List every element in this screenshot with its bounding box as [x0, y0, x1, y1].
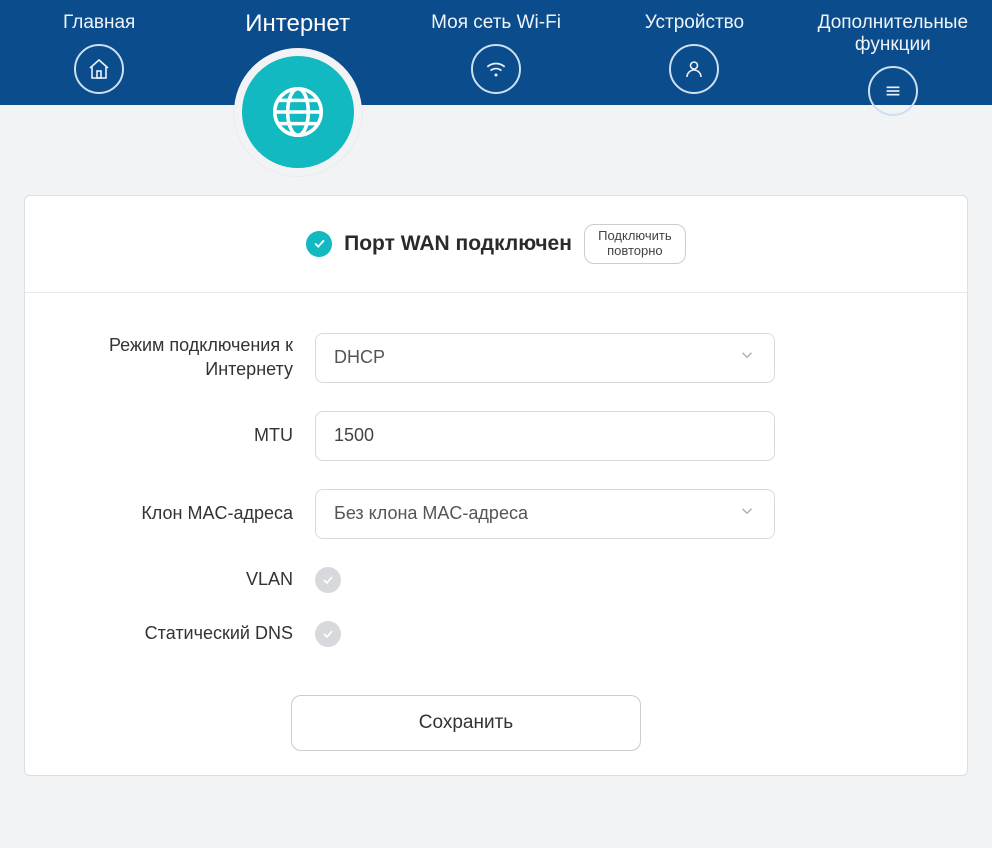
- toggle-static-dns[interactable]: [315, 621, 341, 647]
- home-icon: [74, 44, 124, 94]
- toggle-vlan[interactable]: [315, 567, 341, 593]
- chevron-down-icon: [738, 346, 756, 369]
- nav-extra-label: Дополнительные функции: [794, 12, 992, 56]
- settings-form: Режим подключения к Интернету DHCP MTU К…: [25, 293, 967, 751]
- top-nav: Главная Интернет Моя сеть Wi-Fi: [0, 0, 992, 105]
- settings-card: Порт WAN подключен Подключить повторно Р…: [24, 195, 968, 776]
- input-mtu-wrapper: [315, 411, 775, 461]
- row-connection-mode: Режим подключения к Интернету DHCP: [65, 333, 867, 383]
- label-mtu: MTU: [65, 424, 315, 447]
- globe-icon: [234, 48, 362, 176]
- nav-home-label: Главная: [0, 12, 198, 34]
- nav-home[interactable]: Главная: [0, 0, 198, 94]
- save-button[interactable]: Сохранить: [291, 695, 641, 751]
- nav-internet-label: Интернет: [198, 10, 396, 38]
- reconnect-button[interactable]: Подключить повторно: [584, 224, 686, 264]
- save-row: Сохранить: [65, 695, 867, 751]
- nav-internet[interactable]: Интернет: [198, 0, 396, 176]
- row-static-dns: Статический DNS: [65, 621, 867, 647]
- wan-status-text: Порт WAN подключен: [344, 232, 572, 256]
- wifi-icon: [471, 44, 521, 94]
- label-vlan: VLAN: [65, 568, 315, 591]
- nav-wifi-label: Моя сеть Wi-Fi: [397, 12, 595, 34]
- input-mtu[interactable]: [334, 425, 756, 446]
- row-mac-clone: Клон MAC-адреса Без клона MAC-адреса: [65, 489, 867, 539]
- wan-status-row: Порт WAN подключен Подключить повторно: [25, 224, 967, 293]
- label-mac-clone: Клон MAC-адреса: [65, 502, 315, 525]
- menu-icon: [868, 66, 918, 116]
- nav-device[interactable]: Устройство: [595, 0, 793, 94]
- nav-wifi[interactable]: Моя сеть Wi-Fi: [397, 0, 595, 94]
- row-mtu: MTU: [65, 411, 867, 461]
- nav-device-label: Устройство: [595, 12, 793, 34]
- nav-extra[interactable]: Дополнительные функции: [794, 0, 992, 116]
- check-icon: [306, 231, 332, 257]
- select-mac-clone[interactable]: Без клона MAC-адреса: [315, 489, 775, 539]
- row-vlan: VLAN: [65, 567, 867, 593]
- select-mac-clone-value: Без клона MAC-адреса: [334, 503, 528, 524]
- select-connection-mode-value: DHCP: [334, 347, 385, 368]
- label-static-dns: Статический DNS: [65, 622, 315, 645]
- chevron-down-icon: [738, 502, 756, 525]
- user-icon: [669, 44, 719, 94]
- label-connection-mode: Режим подключения к Интернету: [65, 334, 315, 381]
- select-connection-mode[interactable]: DHCP: [315, 333, 775, 383]
